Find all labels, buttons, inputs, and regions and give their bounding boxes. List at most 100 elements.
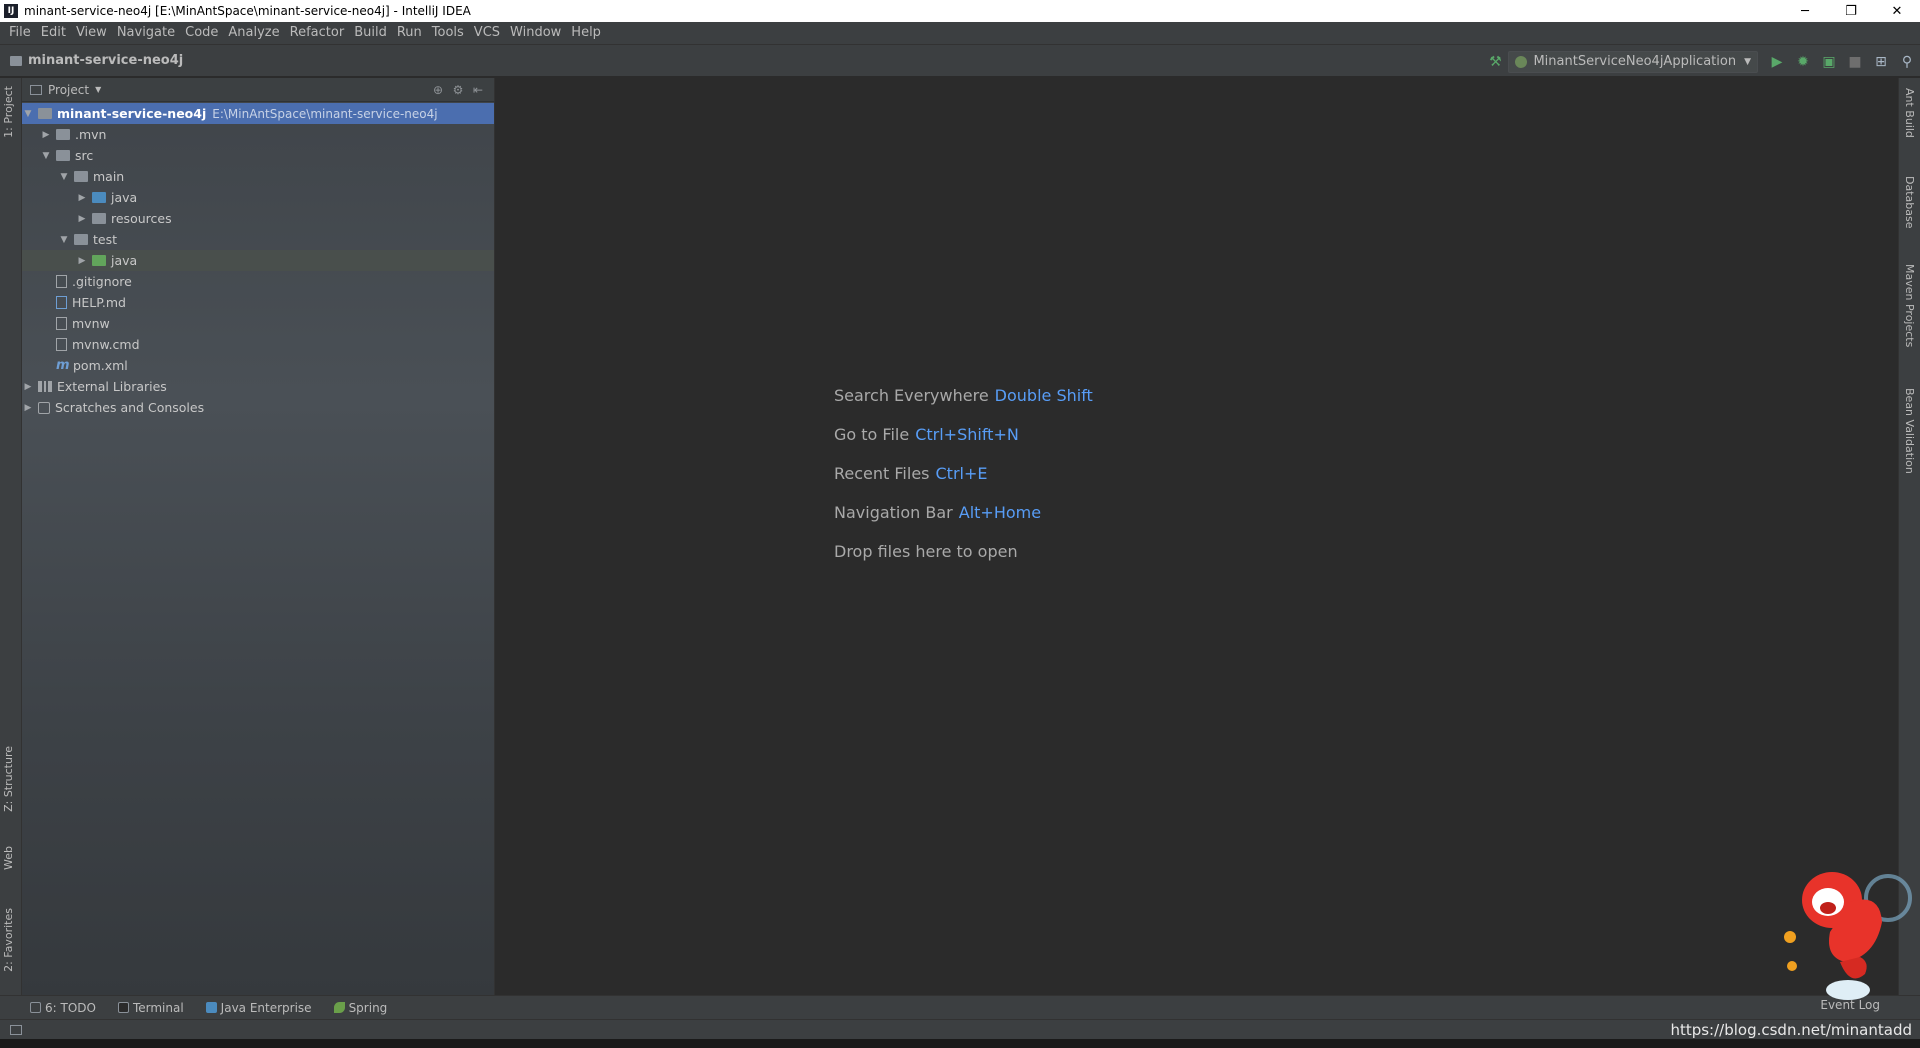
- folder-icon: [56, 150, 70, 161]
- menu-build[interactable]: Build: [349, 22, 392, 44]
- tree-item-mvnw[interactable]: mvnw: [22, 313, 494, 334]
- tree-item-src[interactable]: ▼ src: [22, 145, 494, 166]
- minimize-button[interactable]: ─: [1782, 0, 1828, 22]
- markdown-file-icon: [56, 296, 67, 309]
- terminal-icon: [117, 1002, 129, 1013]
- breadcrumb-project[interactable]: minant-service-neo4j: [28, 53, 183, 68]
- search-icon[interactable]: ⚲: [1895, 50, 1919, 74]
- expanded-arrow-icon[interactable]: ▼: [22, 109, 34, 119]
- tree-item-test-java[interactable]: ▶ java: [22, 250, 494, 271]
- project-structure-icon[interactable]: ⊞: [1869, 50, 1893, 74]
- project-view-selector[interactable]: Project: [48, 83, 89, 97]
- tab-maven-projects[interactable]: Maven Projects: [1903, 264, 1916, 347]
- hide-panel-icon[interactable]: ⇤: [468, 83, 488, 97]
- hint-drop-files: Drop files here to open: [834, 542, 1018, 561]
- project-panel-header: Project ▼ ⊕ ⚙ ⇤: [22, 78, 494, 102]
- tree-item-external-libraries[interactable]: ▶ External Libraries: [22, 376, 494, 397]
- menu-tools[interactable]: Tools: [427, 22, 469, 44]
- menu-window[interactable]: Window: [505, 22, 566, 44]
- collapsed-arrow-icon[interactable]: ▶: [22, 403, 34, 413]
- run-configuration-select[interactable]: MinantServiceNeo4jApplication ▼: [1508, 50, 1758, 73]
- tab-terminal[interactable]: Terminal: [117, 1001, 184, 1015]
- restore-button[interactable]: ❐: [1828, 0, 1874, 22]
- title-bar: IJ minant-service-neo4j [E:\MinAntSpace\…: [0, 0, 1920, 22]
- close-button[interactable]: ✕: [1874, 0, 1920, 22]
- editor-empty-area[interactable]: Search Everywhere Double Shift Go to File…: [495, 78, 1898, 995]
- tab-project[interactable]: 1: Project: [2, 86, 15, 138]
- tree-item-help-md[interactable]: HELP.md: [22, 292, 494, 313]
- tab-todo[interactable]: 6: TODO: [30, 1001, 96, 1015]
- tab-bean-validation[interactable]: Bean Validation: [1903, 388, 1916, 474]
- tree-label: HELP.md: [72, 295, 126, 310]
- tab-label: Java Enterprise: [220, 1000, 312, 1015]
- tree-item-gitignore[interactable]: .gitignore: [22, 271, 494, 292]
- tree-label: resources: [111, 211, 172, 226]
- menu-edit[interactable]: Edit: [36, 22, 71, 44]
- project-folder-icon: [10, 55, 22, 66]
- tree-item-test[interactable]: ▼ test: [22, 229, 494, 250]
- tree-item-mvn[interactable]: ▶ .mvn: [22, 124, 494, 145]
- tab-web[interactable]: Web: [2, 846, 15, 870]
- window-title: minant-service-neo4j [E:\MinAntSpace\min…: [24, 4, 471, 18]
- tree-item-project-root[interactable]: ▼ minant-service-neo4j E:\MinAntSpace\mi…: [22, 103, 494, 124]
- run-icon[interactable]: ▶: [1765, 50, 1789, 74]
- tab-spring[interactable]: Spring: [333, 1001, 387, 1015]
- collapsed-arrow-icon[interactable]: ▶: [76, 256, 88, 266]
- scratches-icon: [38, 401, 50, 414]
- tree-item-resources[interactable]: ▶ resources: [22, 208, 494, 229]
- watermark-url: https://blog.csdn.net/minantadd: [1670, 1021, 1912, 1039]
- menu-view[interactable]: View: [71, 22, 112, 44]
- stop-icon[interactable]: ■: [1843, 50, 1867, 74]
- tab-favorites[interactable]: 2: Favorites: [2, 908, 15, 972]
- expanded-arrow-icon[interactable]: ▼: [58, 172, 70, 182]
- intellij-logo-icon: IJ: [4, 4, 18, 18]
- hint-shortcut: Ctrl+Shift+N: [915, 425, 1019, 444]
- menu-help[interactable]: Help: [566, 22, 606, 44]
- tab-java-enterprise[interactable]: Java Enterprise: [205, 1000, 312, 1015]
- hint-recent-files: Recent Files Ctrl+E: [834, 464, 987, 483]
- tree-item-main-java[interactable]: ▶ java: [22, 187, 494, 208]
- tab-ant-build[interactable]: Ant Build: [1903, 88, 1916, 138]
- tree-item-main[interactable]: ▼ main: [22, 166, 494, 187]
- menu-run[interactable]: Run: [392, 22, 427, 44]
- tree-item-mvnw-cmd[interactable]: mvnw.cmd: [22, 334, 494, 355]
- tree-label: .mvn: [75, 127, 107, 142]
- menu-vcs[interactable]: VCS: [469, 22, 505, 44]
- debug-icon[interactable]: ✹: [1791, 50, 1815, 74]
- collapsed-arrow-icon[interactable]: ▶: [76, 214, 88, 224]
- toggle-tool-windows-icon[interactable]: [10, 1025, 22, 1035]
- chevron-down-icon[interactable]: ▼: [95, 85, 101, 94]
- expanded-arrow-icon[interactable]: ▼: [40, 151, 52, 161]
- menu-refactor[interactable]: Refactor: [285, 22, 350, 44]
- navigation-bar: minant-service-neo4j ⚒ MinantServiceNeo4…: [0, 44, 1920, 77]
- menu-analyze[interactable]: Analyze: [223, 22, 284, 44]
- coverage-icon[interactable]: ▣: [1817, 50, 1841, 74]
- collapsed-arrow-icon[interactable]: ▶: [40, 130, 52, 140]
- collapsed-arrow-icon[interactable]: ▶: [22, 382, 34, 392]
- tree-label: src: [75, 148, 94, 163]
- tree-label: main: [93, 169, 125, 184]
- menu-file[interactable]: File: [4, 22, 36, 44]
- chevron-down-icon: ▼: [1744, 56, 1751, 67]
- menu-bar: File Edit View Navigate Code Analyze Ref…: [0, 22, 1920, 44]
- taskbar-strip: [0, 1039, 1920, 1048]
- maven-icon: m: [56, 358, 70, 373]
- tab-structure[interactable]: Z: Structure: [2, 746, 15, 812]
- run-config-label: MinantServiceNeo4jApplication: [1533, 54, 1737, 69]
- tab-database[interactable]: Database: [1903, 176, 1916, 229]
- hint-label: Search Everywhere: [834, 386, 989, 405]
- settings-gear-icon[interactable]: ⚙: [448, 83, 468, 97]
- tree-item-pom-xml[interactable]: m pom.xml: [22, 355, 494, 376]
- locate-file-icon[interactable]: ⊕: [428, 83, 448, 97]
- tab-label: 6: TODO: [45, 1000, 96, 1015]
- expanded-arrow-icon[interactable]: ▼: [58, 235, 70, 245]
- tree-label: pom.xml: [73, 358, 128, 373]
- hint-label: Navigation Bar: [834, 503, 953, 522]
- build-hammer-icon[interactable]: ⚒: [1483, 50, 1507, 74]
- menu-navigate[interactable]: Navigate: [112, 22, 180, 44]
- collapsed-arrow-icon[interactable]: ▶: [76, 193, 88, 203]
- menu-code[interactable]: Code: [180, 22, 223, 44]
- project-view-icon: [30, 84, 42, 95]
- java-enterprise-icon: [205, 1002, 217, 1013]
- tree-item-scratches[interactable]: ▶ Scratches and Consoles: [22, 397, 494, 418]
